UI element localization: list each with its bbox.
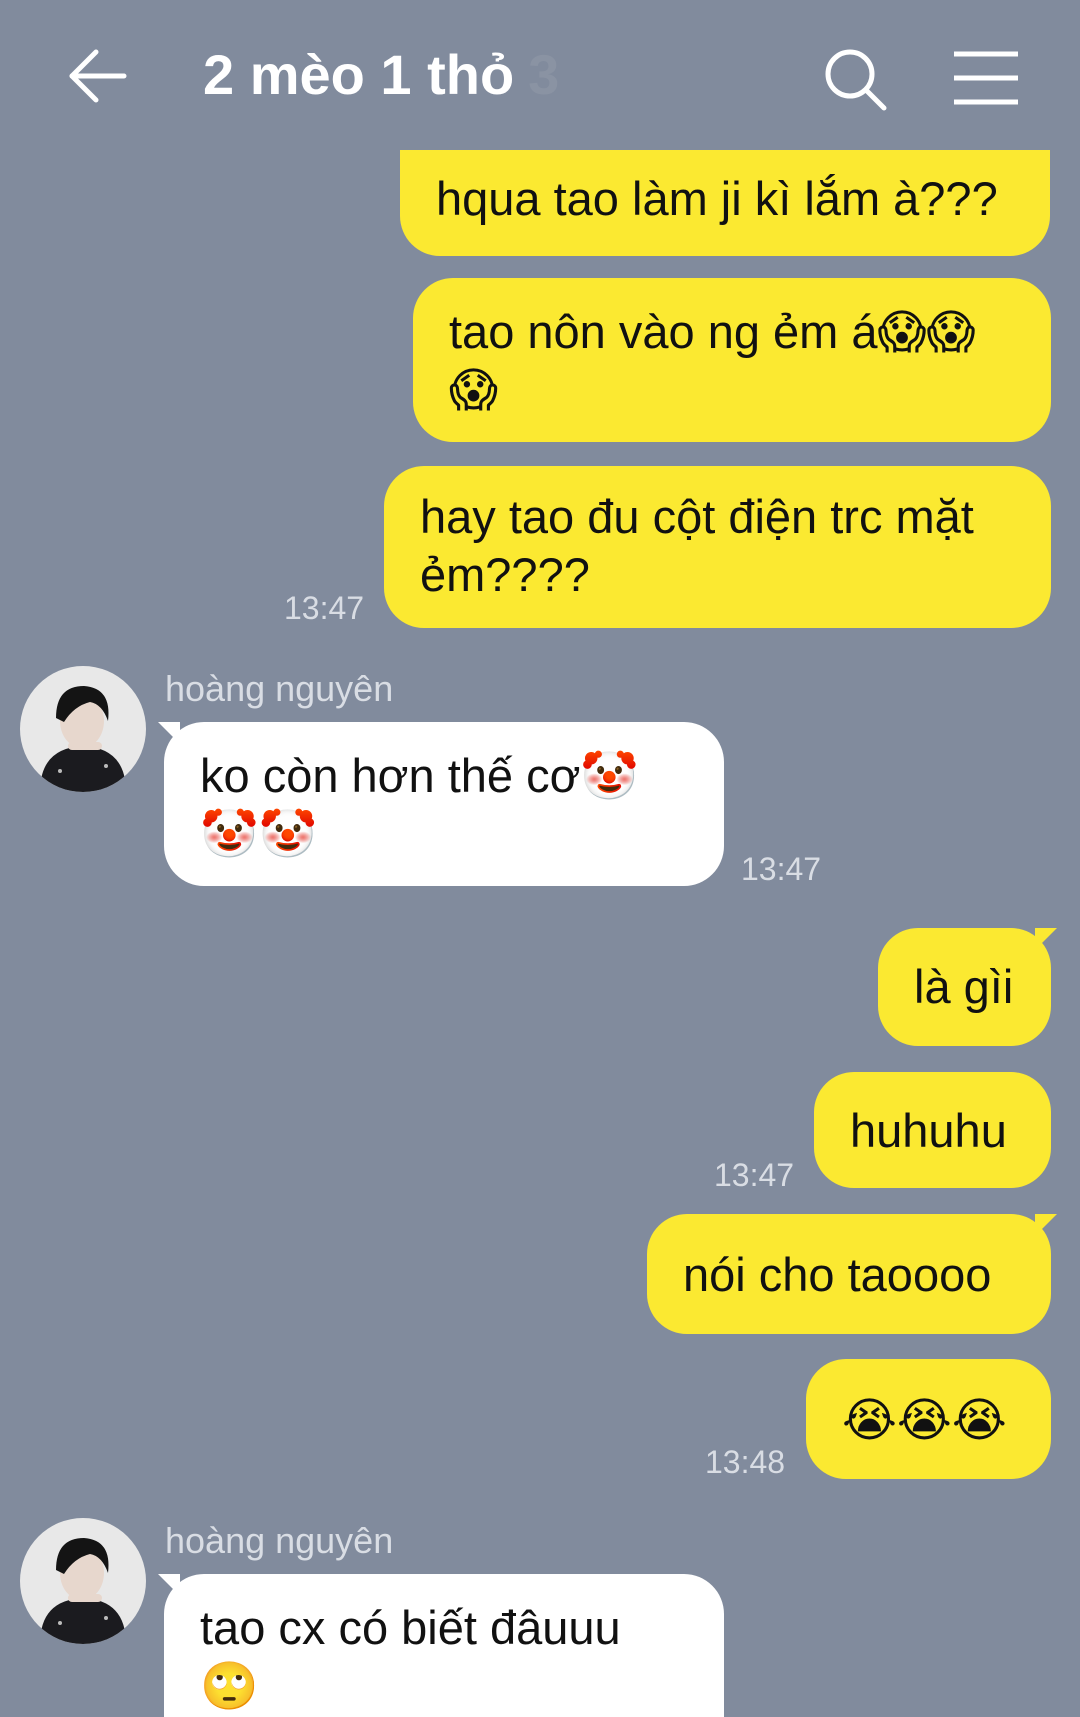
message-time: 13:48 (705, 1444, 786, 1480)
hamburger-menu-icon (954, 51, 1018, 105)
outgoing-message[interactable]: là gìi (878, 928, 1057, 1046)
chat-name: 2 mèo 1 thỏ (203, 43, 515, 106)
message-text: là gìi (914, 960, 1014, 1013)
message-text-line2: 🤡🤡 (200, 807, 318, 860)
message-text-line2: 🙄 (200, 1659, 259, 1712)
message-text: hqua tao làm ji kì lắm à??? (436, 172, 998, 225)
message-time: 13:47 (284, 590, 365, 626)
message-text: hay tao đu cột điện trc mặt (420, 490, 974, 543)
message-text: tao cx có biết đâuuu (200, 1601, 621, 1654)
bubble-tail (158, 722, 180, 744)
message-time: 13:47 (714, 1157, 795, 1193)
message-text: huhuhu (850, 1104, 1007, 1157)
message-time: 13:47 (741, 851, 822, 887)
outgoing-message[interactable]: huhuhu (814, 1072, 1051, 1188)
outgoing-message[interactable]: nói cho taoooo (647, 1214, 1057, 1334)
chat-header: 2 mèo 1 thỏ 3 (0, 0, 1080, 150)
avatar[interactable] (20, 666, 146, 792)
member-count: 3 (528, 43, 560, 106)
message-text-line2: 😱 (449, 363, 498, 416)
sender-name: hoàng nguyên (165, 668, 394, 709)
message-text: nói cho taoooo (683, 1248, 992, 1301)
bubble-tail (1035, 1214, 1057, 1236)
outgoing-message[interactable]: 😭😭😭 (806, 1359, 1051, 1479)
message-text: ko còn hơn thế cơ🤡 (200, 749, 639, 802)
outgoing-message[interactable]: hay tao đu cột điện trc mặt ẻm???? (384, 466, 1051, 628)
message-text: 😭😭😭 (842, 1393, 1007, 1446)
incoming-message[interactable]: tao cx có biết đâuuu 🙄 (158, 1574, 724, 1717)
chat-title: 2 mèo 1 thỏ 3 (203, 42, 559, 107)
outgoing-message[interactable]: tao nôn vào ng ẻm á😱😱 😱 (413, 278, 1051, 442)
bubble-tail (1035, 928, 1057, 950)
outgoing-message[interactable]: hqua tao làm ji kì lắm à??? (400, 150, 1050, 256)
message-text-line2: ẻm???? (420, 548, 590, 601)
search-button[interactable] (820, 44, 892, 116)
sender-name: hoàng nguyên (165, 1520, 394, 1561)
profile-photo (20, 1518, 146, 1644)
avatar[interactable] (20, 1518, 146, 1644)
bubble-tail (158, 1574, 180, 1596)
search-icon (825, 49, 887, 111)
incoming-message[interactable]: ko còn hơn thế cơ🤡 🤡🤡 (158, 722, 724, 886)
message-text: tao nôn vào ng ẻm á😱😱 (449, 305, 976, 358)
arrow-left-icon (69, 49, 127, 103)
back-button[interactable] (62, 40, 134, 112)
profile-photo (20, 666, 146, 792)
menu-button[interactable] (950, 48, 1022, 108)
